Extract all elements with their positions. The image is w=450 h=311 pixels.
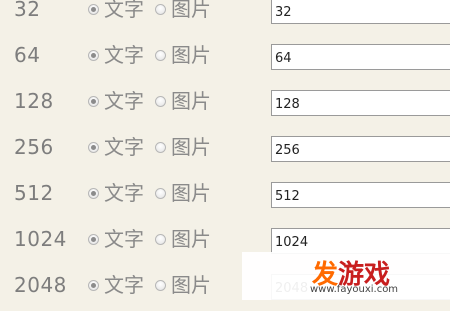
text-radio-label[interactable]: 文字 [104,0,144,22]
type-radio-group: 文字 图片 [88,134,222,160]
image-radio-label[interactable]: 图片 [171,42,211,68]
type-radio-group: 文字 图片 [88,272,222,298]
image-radio-label[interactable]: 图片 [171,272,211,298]
size-label: 32 [14,0,41,21]
image-radio-label[interactable]: 图片 [171,226,211,252]
image-radio-label[interactable]: 图片 [171,0,211,22]
image-radio-button[interactable] [155,279,166,291]
text-radio-button[interactable] [88,141,99,153]
text-radio-label[interactable]: 文字 [104,134,144,160]
type-radio-group: 文字 图片 [88,180,222,206]
text-radio-label[interactable]: 文字 [104,180,144,206]
size-row-256: 256 文字 图片 [0,127,450,173]
text-radio-label[interactable]: 文字 [104,272,144,298]
value-input[interactable] [271,228,450,254]
text-radio-button[interactable] [88,279,99,291]
size-label: 1024 [14,227,67,251]
text-radio-button[interactable] [88,233,99,245]
size-row-32: 32 文字 图片 [0,0,450,35]
type-radio-group: 文字 图片 [88,88,222,114]
size-row-64: 64 文字 图片 [0,35,450,81]
size-row-128: 128 文字 图片 [0,81,450,127]
image-radio-button[interactable] [155,187,166,199]
image-radio-label[interactable]: 图片 [171,88,211,114]
size-label: 128 [14,89,54,113]
image-radio-button[interactable] [155,141,166,153]
size-label: 512 [14,181,54,205]
image-radio-label[interactable]: 图片 [171,134,211,160]
size-row-512: 512 文字 图片 [0,173,450,219]
text-radio-button[interactable] [88,49,99,61]
value-input[interactable] [271,0,450,24]
image-radio-button[interactable] [155,3,166,15]
site-watermark: 发游戏 www.fayouxi.com [242,252,450,300]
type-radio-group: 文字 图片 [88,0,222,22]
text-radio-button[interactable] [88,3,99,15]
image-radio-label[interactable]: 图片 [171,180,211,206]
type-radio-group: 文字 图片 [88,226,222,252]
text-radio-button[interactable] [88,187,99,199]
value-input[interactable] [271,182,450,208]
text-radio-label[interactable]: 文字 [104,42,144,68]
text-radio-label[interactable]: 文字 [104,226,144,252]
image-radio-button[interactable] [155,49,166,61]
text-radio-label[interactable]: 文字 [104,88,144,114]
size-label: 64 [14,43,41,67]
image-radio-button[interactable] [155,233,166,245]
type-radio-group: 文字 图片 [88,42,222,68]
value-input[interactable] [271,90,450,116]
size-label: 256 [14,135,54,159]
image-radio-button[interactable] [155,95,166,107]
value-input[interactable] [271,136,450,162]
value-input[interactable] [271,44,450,70]
watermark-url: www.fayouxi.com [310,284,399,295]
size-label: 2048 [14,273,67,297]
text-radio-button[interactable] [88,95,99,107]
